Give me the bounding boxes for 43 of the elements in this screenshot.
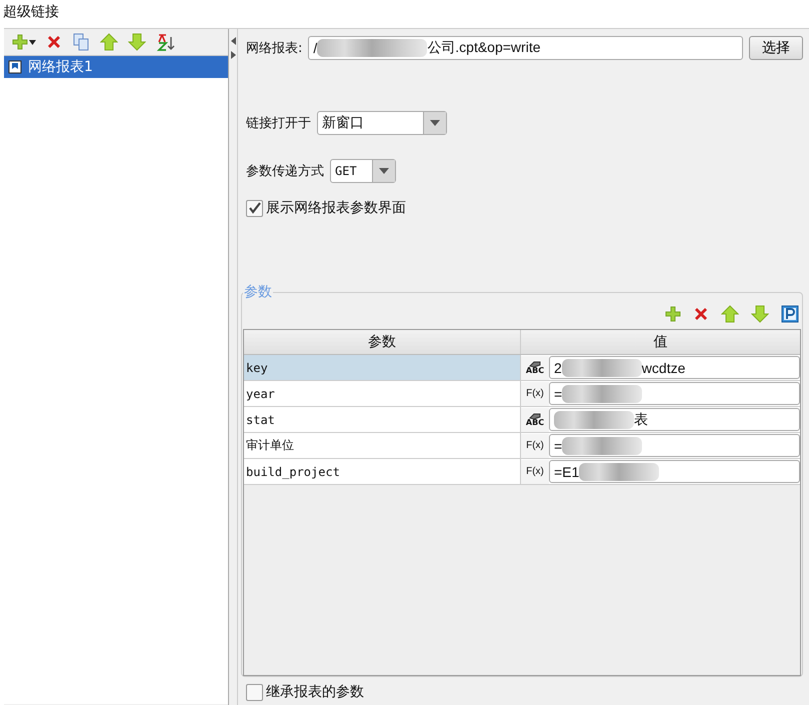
formula-type-icon[interactable]: F(x) [521,382,549,406]
param-name-cell[interactable]: stat [244,407,521,432]
checkbox-icon[interactable] [246,200,263,216]
choose-button[interactable]: 选择 [749,36,803,60]
delete-icon[interactable] [693,306,709,322]
report-label: 网络报表: [246,40,302,57]
checkbox-icon[interactable] [246,684,263,700]
dropdown-arrow-icon [430,120,440,126]
add-icon[interactable] [665,306,681,322]
formula-type-icon[interactable]: F(x) [521,460,549,484]
report-icon [8,60,22,74]
param-value-field[interactable]: 2 wcdtze [549,356,800,379]
param-name-cell[interactable]: build_project [244,459,521,484]
params-legend: 参数 [243,283,273,301]
dropdown-arrow-icon [379,168,389,174]
open-in-dropdown[interactable]: 新窗口 [317,111,447,135]
inherit-params-checkbox[interactable]: 继承报表的参数 [246,683,803,701]
expand-right-icon[interactable] [230,51,236,59]
column-header[interactable]: 参数 [244,330,521,354]
open-in-label: 链接打开于 [246,115,311,132]
param-name-cell[interactable]: 审计单位 [244,433,521,458]
param-value-field[interactable]: = [549,382,800,405]
show-params-checkbox[interactable]: 展示网络报表参数界面 [246,199,803,217]
param-value-field[interactable]: 表 [549,408,800,431]
param-name-cell[interactable]: year [244,381,521,406]
report-path-field[interactable]: / 公司.cpt&op=write [308,36,743,60]
text-type-icon[interactable]: ABC [521,408,549,432]
window-title: 超级链接 [3,3,59,21]
caret-icon[interactable] [29,40,36,44]
sort-icon[interactable] [156,33,176,51]
delete-icon[interactable] [46,34,62,50]
method-label: 参数传递方式 [246,163,324,180]
formula-type-icon[interactable]: F(x) [521,434,549,458]
param-value-field[interactable]: = [549,434,800,457]
text-type-icon[interactable]: ABC [521,356,549,380]
method-dropdown[interactable]: GET [330,159,396,183]
copy-icon[interactable] [72,33,90,51]
collapse-left-icon[interactable] [230,37,236,45]
parameter-icon[interactable] [781,305,799,323]
param-name-cell[interactable]: key [244,355,521,380]
param-value-field[interactable]: =E1 [549,460,800,483]
report-link-item[interactable]: 网络报表1 [4,56,228,78]
column-header[interactable]: 值 [521,330,800,354]
